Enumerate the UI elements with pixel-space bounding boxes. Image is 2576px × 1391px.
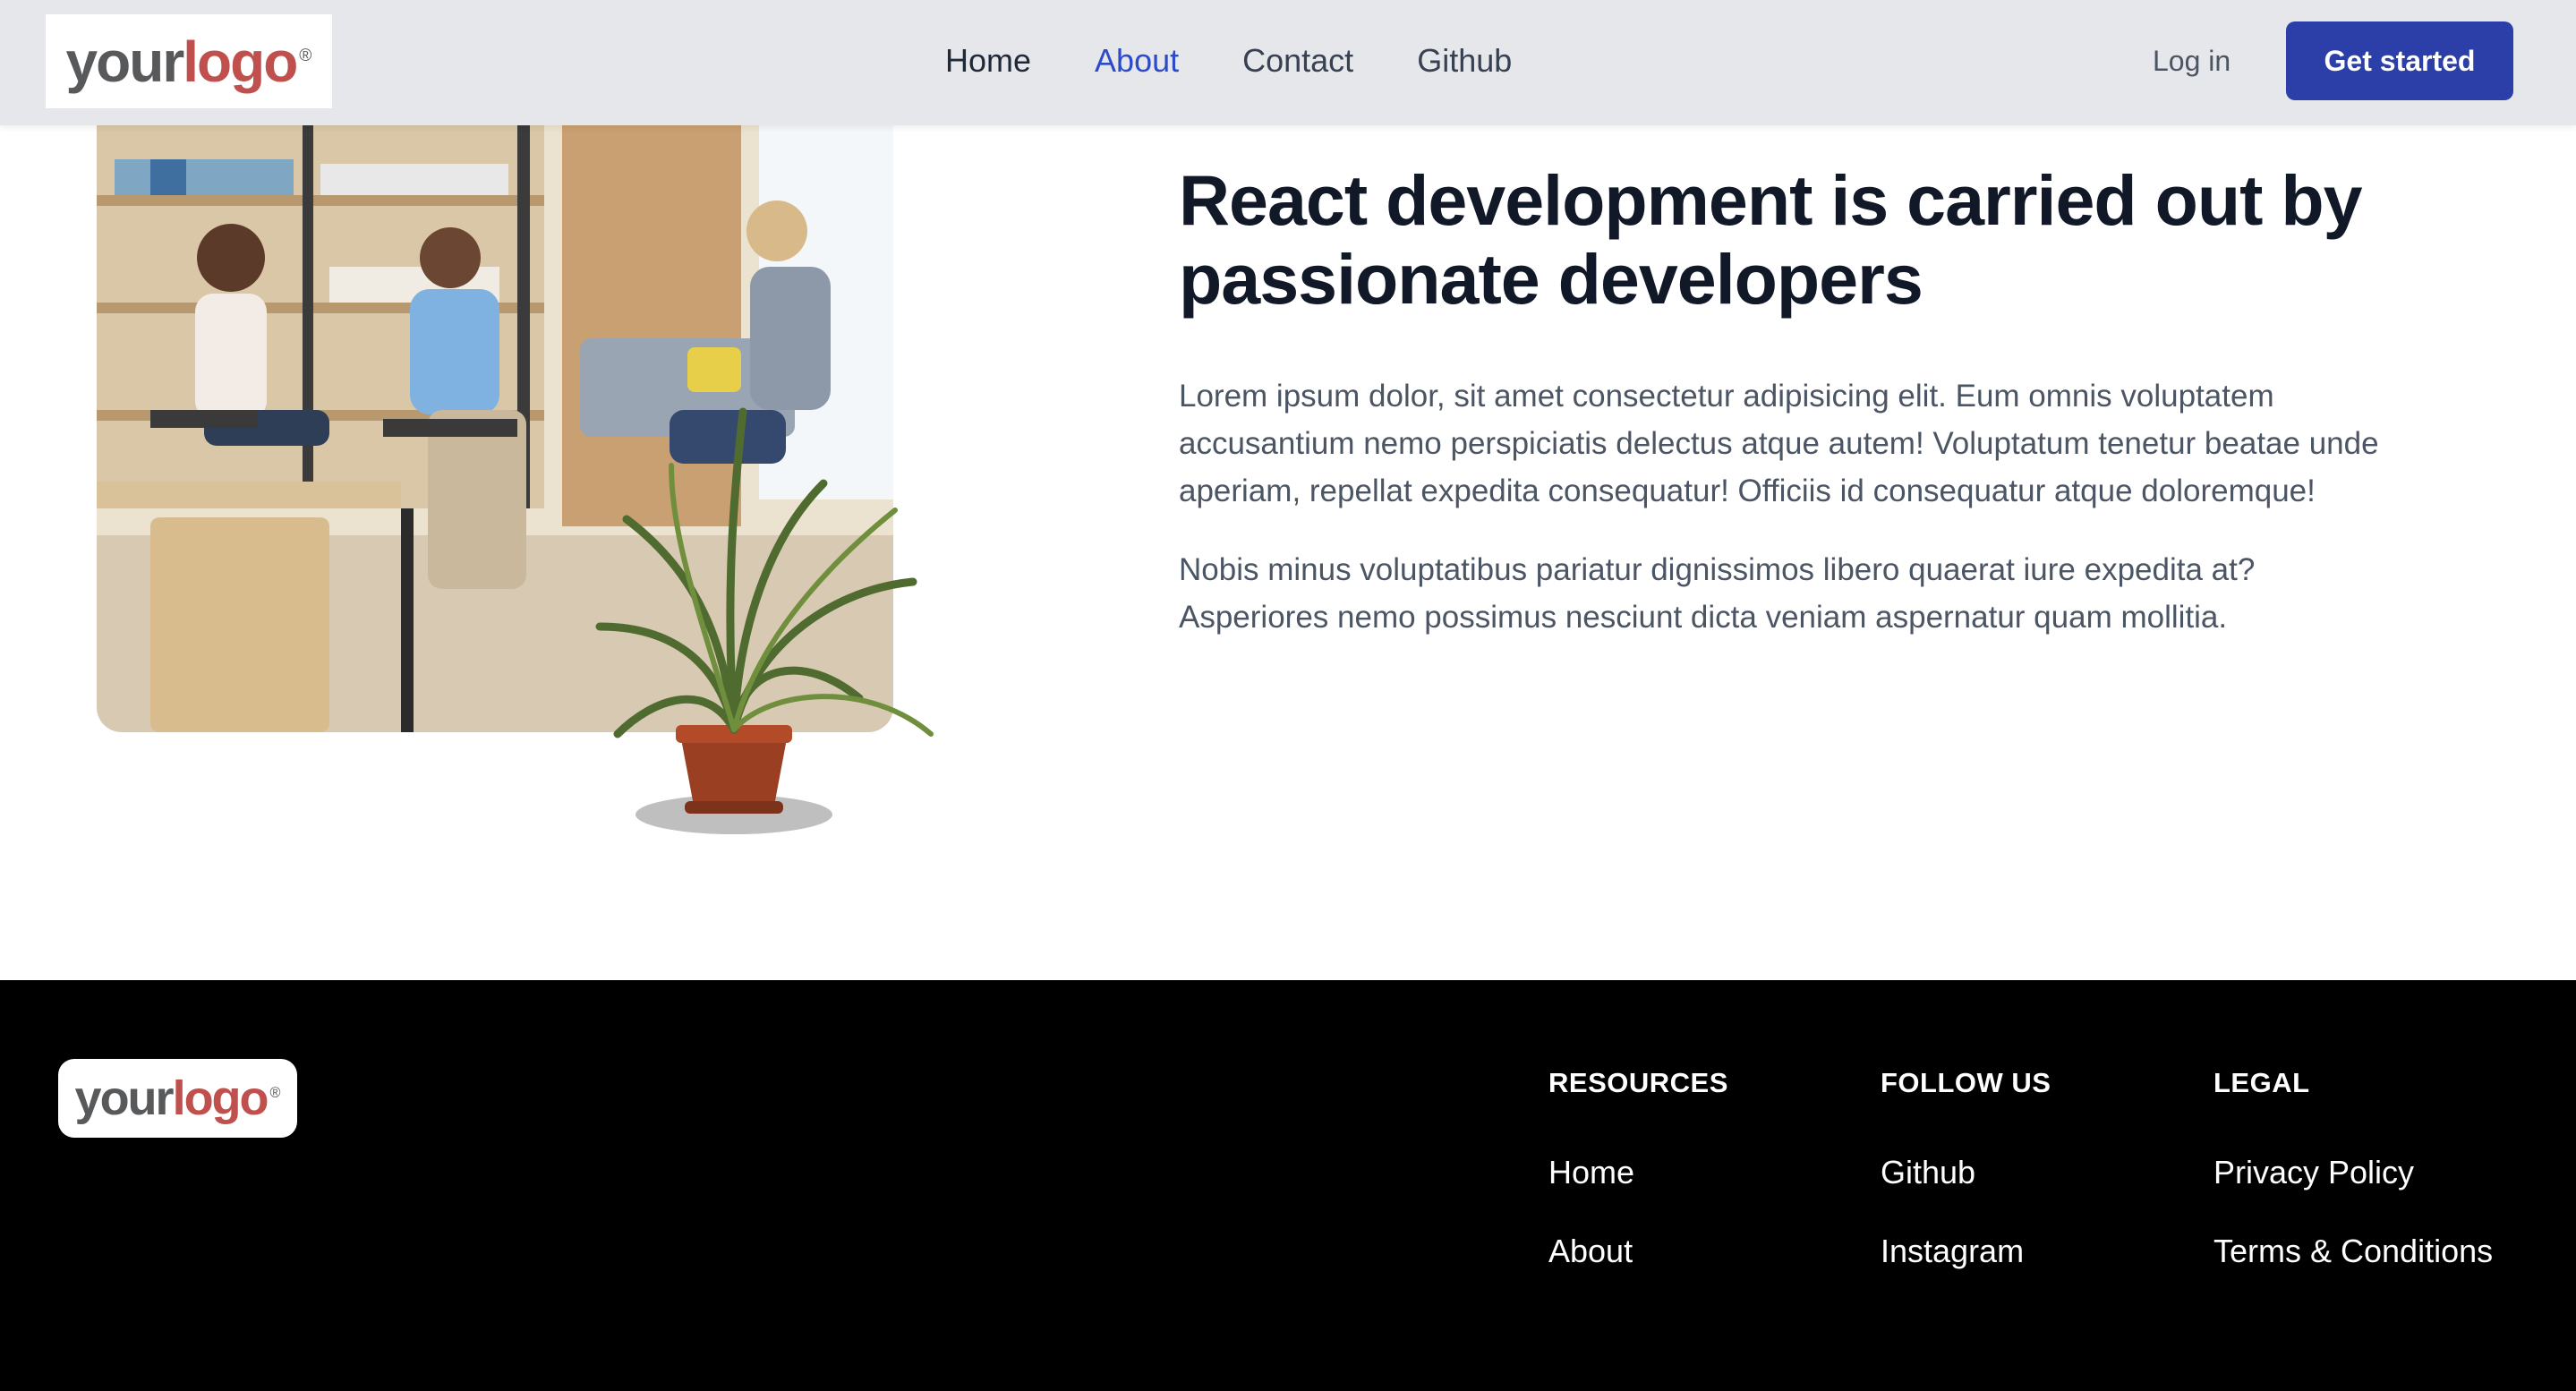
footer-link-privacy-policy[interactable]: Privacy Policy <box>2213 1150 2493 1195</box>
get-started-button[interactable]: Get started <box>2286 21 2513 100</box>
footer-link-instagram[interactable]: Instagram <box>1881 1229 2051 1274</box>
footer-column-resources: RESOURCES Home About <box>1548 1061 1728 1274</box>
footer-logo[interactable]: yourlogo ® <box>58 1059 297 1138</box>
footer-link-home[interactable]: Home <box>1548 1150 1728 1195</box>
logo-wordmark: yourlogo ® <box>65 29 312 94</box>
footer-column-follow-us: FOLLOW US Github Instagram <box>1881 1061 2051 1274</box>
secondary-paragraph: Nobis minus voluptatibus pariatur dignis… <box>1179 552 2256 635</box>
footer-column-legal: LEGAL Privacy Policy Terms & Conditions <box>2213 1061 2493 1274</box>
nav-home[interactable]: Home <box>945 34 1031 88</box>
main-nav: Home About Contact Github <box>945 34 1575 88</box>
footer-link-github[interactable]: Github <box>1881 1150 2051 1195</box>
footer-link-about[interactable]: About <box>1548 1229 1728 1274</box>
page-title: React development is carried out by pass… <box>1179 160 2363 319</box>
site-header: yourlogo ® Home About Contact Github Log … <box>0 0 2576 125</box>
nav-about[interactable]: About <box>1095 34 1179 88</box>
nav-contact[interactable]: Contact <box>1242 34 1353 88</box>
footer-link-terms-conditions[interactable]: Terms & Conditions <box>2213 1229 2493 1274</box>
about-content: React development is carried out by pass… <box>1179 161 2405 641</box>
login-link[interactable]: Log in <box>2153 34 2231 88</box>
footer-logo-wordmark: yourlogo ® <box>74 1071 281 1125</box>
footer-heading-resources: RESOURCES <box>1548 1067 1728 1098</box>
brand-logo[interactable]: yourlogo ® <box>46 14 332 108</box>
nav-github[interactable]: Github <box>1417 34 1512 88</box>
site-footer: yourlogo ® RESOURCES Home About FOLLOW US… <box>0 980 2576 1391</box>
footer-heading-legal: LEGAL <box>2213 1067 2310 1098</box>
potted-plant <box>595 407 934 834</box>
intro-paragraph: Lorem ipsum dolor, sit amet consectetur … <box>1179 379 2379 508</box>
footer-heading-follow-us: FOLLOW US <box>1881 1067 2051 1098</box>
